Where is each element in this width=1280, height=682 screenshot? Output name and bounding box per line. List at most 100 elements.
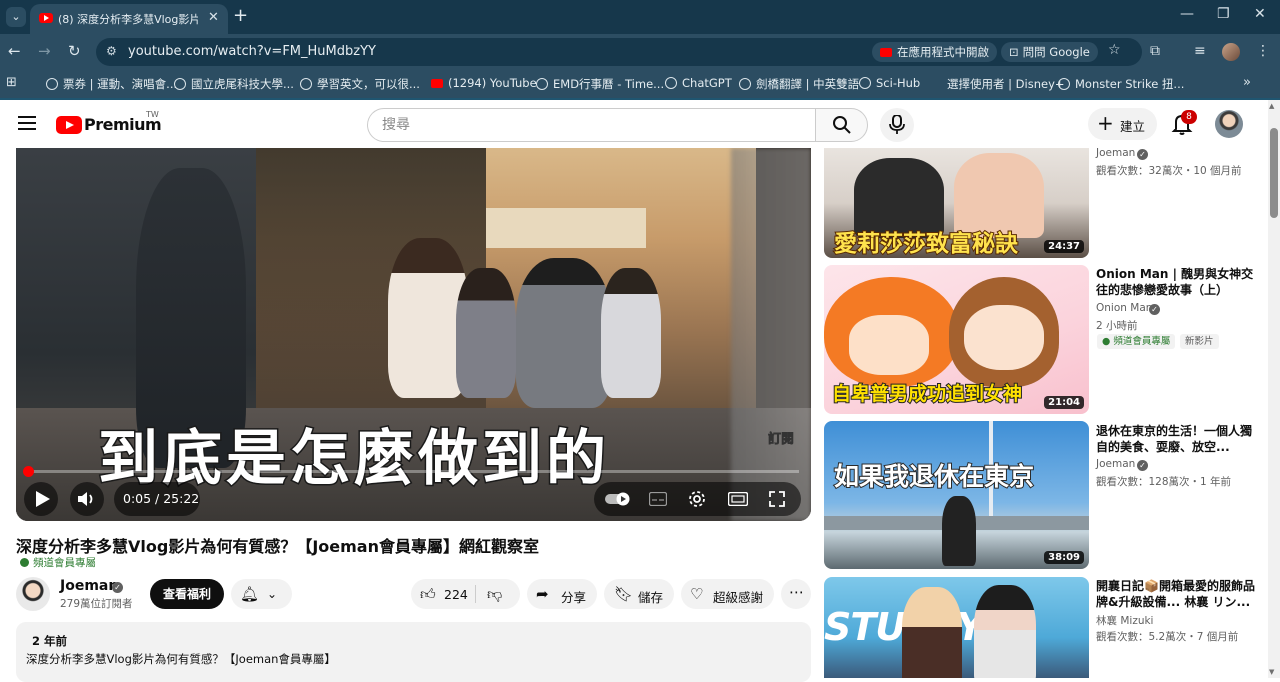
browser-tab-active[interactable]: (8) 深度分析李多慧Vlog影片為 ✕ [30, 4, 228, 34]
video-player[interactable]: 到底是怎麼做到的 訂閱 0:05 / 25:22 [16, 148, 811, 521]
site-info-icon[interactable]: ⚙ [106, 44, 117, 58]
video-person-cap [516, 258, 611, 408]
bookmark-star-icon[interactable]: ☆ [1108, 42, 1121, 58]
recommendation-meta: 觀看次數：5.2萬次・7 個月前 [1096, 631, 1239, 643]
thumbs-up-icon[interactable]: 👍︎ [420, 585, 436, 604]
recommendation-thumbnail[interactable]: 自卑普男成功追到女神 21:04 [824, 265, 1089, 414]
share-button[interactable]: ➦ 分享 [527, 579, 597, 609]
save-button[interactable]: 🔖︎ 儲存 [604, 579, 674, 609]
super-thanks-icon: ♡ [690, 585, 704, 603]
browser-menu-icon[interactable]: ⋮ [1256, 43, 1270, 59]
super-thanks-button[interactable]: ♡ 超級感謝 [681, 579, 774, 609]
address-url[interactable]: youtube.com/watch?v=FM_HuMdbzYY [128, 44, 376, 59]
recommendation-channel[interactable]: Onion Man [1096, 302, 1152, 314]
more-actions-button[interactable]: ⋯ [781, 579, 811, 609]
search-button[interactable] [815, 108, 868, 142]
browser-tab-bar: ⌄ (8) 深度分析李多慧Vlog影片為 ✕ + — ❐ ✕ [0, 0, 1280, 34]
globe-icon [174, 78, 186, 90]
video-title: 深度分析李多慧Vlog影片為何有質感？【Joeman會員專屬】網紅觀察室 [16, 537, 539, 556]
new-tab-icon[interactable]: + [233, 5, 248, 26]
scroll-up-arrow-icon[interactable]: ▲ [1269, 102, 1274, 110]
autoplay-toggle-icon[interactable] [605, 492, 631, 506]
guide-menu-icon[interactable] [18, 116, 36, 130]
globe-icon [536, 78, 548, 90]
youtube-favicon-icon [39, 13, 53, 23]
new-video-tag: 新影片 [1180, 334, 1219, 349]
youtube-logo-icon [56, 116, 82, 134]
recommendation-thumbnail[interactable]: 愛莉莎莎致富秘訣 24:37 [824, 148, 1089, 258]
recommendation-thumbnail[interactable]: STUSSY [824, 577, 1089, 678]
window-close-icon[interactable]: ✕ [1254, 6, 1266, 22]
recommendation-title[interactable]: 開襄日記📦開箱最愛的服飾品牌&升級設備... 林襄 リン... [1096, 578, 1256, 610]
volume-icon [78, 492, 93, 506]
bookmark-2[interactable]: 學習英文，可以很... [300, 76, 420, 92]
theater-mode-icon[interactable] [728, 492, 748, 506]
mute-button[interactable] [70, 482, 104, 516]
reload-icon[interactable]: ↻ [68, 42, 81, 60]
subtitles-icon[interactable] [649, 492, 667, 506]
recommendation-channel[interactable]: 林襄 Mizuki [1096, 613, 1153, 628]
minimize-icon[interactable]: — [1180, 6, 1194, 22]
channel-name-link[interactable]: Joeman [60, 578, 118, 594]
bookmarks-overflow-icon[interactable]: » [1243, 75, 1251, 90]
notification-preferences-button[interactable]: 🔔︎ ⌄ [231, 579, 292, 609]
thumb-person [902, 587, 962, 678]
bookmark-7[interactable]: Sci-Hub [859, 76, 920, 90]
tab-search-button[interactable]: ⌄ [6, 7, 26, 27]
restore-icon[interactable]: ❐ [1217, 6, 1230, 22]
bookmarks-bar: ⊞ 票券 | 運動、演唱會... 國立虎尾科技大學... 學習英文，可以很...… [0, 70, 1280, 98]
recommendation-channel[interactable]: Joeman [1096, 458, 1135, 470]
ask-google-button[interactable]: ⊡ 問問 Google [1001, 42, 1098, 62]
search-input[interactable] [382, 117, 802, 133]
youtube-premium-logo[interactable]: Premium TW [56, 110, 176, 136]
video-duration-badge: 38:09 [1044, 551, 1084, 564]
description-box[interactable]: 2 年前 深度分析李多慧Vlog影片為何有質感？【Joeman會員專屬】 [16, 622, 811, 682]
recommendation-meta: 觀看次數：32萬次・10 個月前 [1096, 165, 1242, 177]
fullscreen-icon[interactable] [769, 491, 785, 507]
bookmark-9[interactable]: Monster Strike 扭... [1058, 76, 1184, 92]
open-in-app-button[interactable]: 在應用程式中開啟 [872, 42, 997, 62]
view-perks-button[interactable]: 查看福利 [150, 579, 224, 609]
bookmark-6[interactable]: 劍橋翻譯 | 中英雙語 [739, 76, 859, 92]
progress-bar[interactable] [28, 470, 799, 473]
media-control-icon[interactable]: ≡ [1194, 43, 1206, 59]
settings-gear-icon[interactable] [688, 490, 706, 508]
extensions-icon[interactable]: ⧉ [1150, 43, 1160, 59]
bookmark-8[interactable]: 選擇使用者 | Disney+ [947, 76, 1065, 92]
scrollbar-thumb[interactable] [1270, 128, 1278, 218]
thumbnail-caption: 愛莉莎莎致富秘訣 [833, 230, 1019, 258]
progress-scrubber-handle[interactable] [23, 466, 34, 477]
recommendation-title[interactable]: 退休在東京的生活！一個人獨自的美食、耍廢、放空... [1096, 423, 1256, 455]
bookmark-3[interactable]: (1294) YouTube [431, 76, 537, 90]
forward-icon[interactable]: → [38, 42, 51, 60]
subscribe-watermark[interactable]: 訂閱 [768, 428, 795, 448]
scroll-down-arrow-icon[interactable]: ▼ [1269, 668, 1274, 676]
like-divider [475, 585, 476, 603]
bookmark-0[interactable]: 票券 | 運動、演唱會... [46, 76, 177, 92]
thumbs-down-icon[interactable]: 👎︎ [487, 585, 502, 604]
apps-grid-icon[interactable]: ⊞ [6, 75, 17, 90]
recommendation-title[interactable]: Onion Man | 醜男與女神交往的悲慘戀愛故事（上） [1096, 266, 1256, 298]
globe-icon [859, 77, 871, 89]
account-avatar[interactable] [1215, 110, 1243, 138]
bookmark-1[interactable]: 國立虎尾科技大學... [174, 76, 294, 92]
share-label: 分享 [561, 590, 587, 605]
tab-close-icon[interactable]: ✕ [208, 10, 219, 25]
like-count[interactable]: 224 [444, 587, 468, 602]
bookmark-4[interactable]: EMD行事曆 - Time... [536, 76, 664, 92]
create-label: 建立 [1120, 119, 1146, 134]
browser-profile-avatar[interactable] [1222, 43, 1240, 61]
recommendation-thumbnail[interactable]: 如果我退休在東京 38:09 [824, 421, 1089, 569]
bookmark-5[interactable]: ChatGPT [665, 76, 732, 90]
voice-search-button[interactable] [880, 108, 914, 142]
recommendation-channel[interactable]: Joeman [1096, 147, 1135, 159]
back-icon[interactable]: ← [8, 42, 21, 60]
create-button[interactable]: + 建立 [1088, 108, 1157, 140]
channel-avatar[interactable] [16, 577, 50, 611]
address-bar[interactable]: ⚙ youtube.com/watch?v=FM_HuMdbzYY 在應用程式中… [96, 38, 1142, 66]
logo-region: TW [146, 110, 159, 119]
bell-icon: 🔔︎ [240, 585, 260, 603]
save-label: 儲存 [638, 590, 664, 605]
thumb-cartoon-face [964, 305, 1044, 370]
play-button[interactable] [24, 482, 58, 516]
